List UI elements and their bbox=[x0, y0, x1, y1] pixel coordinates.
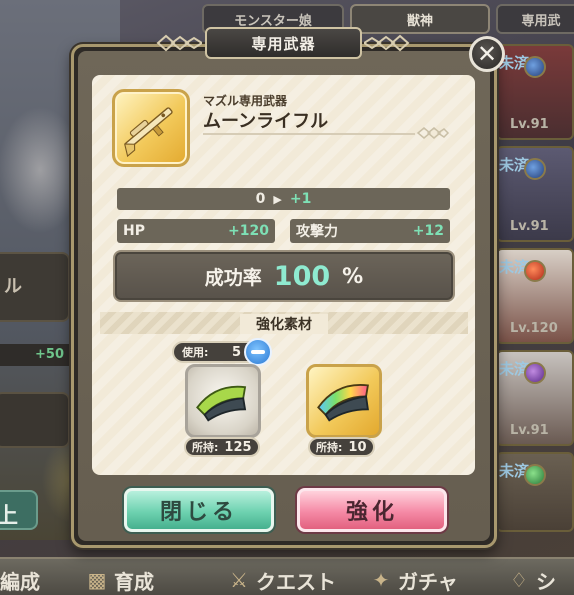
ornament-right-icon bbox=[364, 34, 410, 52]
card-level: Lv.91 bbox=[510, 117, 549, 132]
use-label: 使用: bbox=[182, 346, 209, 359]
material-slot[interactable] bbox=[185, 364, 261, 438]
success-rate-label: 成功率 bbox=[204, 266, 262, 289]
background-card[interactable]: 未済 bbox=[496, 452, 574, 532]
stat-hp: HP +120 bbox=[117, 219, 275, 243]
enhance-button-label: 強化 bbox=[345, 500, 398, 525]
tab-beast-gods[interactable]: 獣神 bbox=[350, 4, 490, 34]
nav-training[interactable]: ▩ 育成 bbox=[84, 565, 154, 595]
use-value: 5 bbox=[232, 344, 242, 360]
card-level: Lv.91 bbox=[510, 219, 549, 234]
rainbow-horn-material-icon bbox=[317, 384, 369, 422]
nav-quest[interactable]: ⚔ クエスト bbox=[226, 565, 336, 595]
owned-count: 所持: 125 bbox=[184, 437, 260, 457]
nav-label: クエスト bbox=[256, 569, 336, 594]
book-icon: ▩ bbox=[87, 568, 107, 592]
element-orb-icon bbox=[524, 158, 546, 180]
nav-label: 編成 bbox=[0, 569, 40, 594]
nav-gacha[interactable]: ✦ ガチャ bbox=[368, 565, 458, 595]
green-horn-material-icon bbox=[196, 385, 247, 422]
background-left-stat: +50 bbox=[0, 344, 70, 366]
arrow-right-icon: ▶ bbox=[273, 192, 282, 206]
stat-label: 攻撃力 bbox=[296, 224, 338, 240]
stat-label: HP bbox=[123, 223, 145, 239]
minus-icon bbox=[251, 350, 265, 354]
rifle-icon bbox=[123, 107, 173, 158]
background-card[interactable]: 未済 Lv.91 bbox=[496, 44, 574, 140]
owned-label: 所持: bbox=[192, 441, 219, 454]
card-level: Lv.91 bbox=[510, 423, 549, 438]
success-rate-value: 100 bbox=[273, 260, 331, 292]
background-card[interactable]: 未済 Lv.91 bbox=[496, 146, 574, 242]
nav-label: シ bbox=[536, 569, 556, 594]
close-button-label: 閉じる bbox=[159, 500, 238, 525]
card-level: Lv.120 bbox=[510, 321, 558, 336]
nav-formation[interactable]: 編成 bbox=[0, 565, 40, 595]
owned-count: 所持: 10 bbox=[308, 437, 375, 457]
element-orb-icon bbox=[524, 260, 546, 282]
owned-value: 125 bbox=[224, 439, 252, 455]
background-left-panel: ル bbox=[0, 252, 70, 322]
nav-label: 育成 bbox=[114, 569, 154, 594]
background-left-box bbox=[0, 392, 70, 448]
nav-label: ガチャ bbox=[398, 569, 458, 594]
owned-label: 所持: bbox=[316, 441, 343, 454]
owned-value: 10 bbox=[348, 439, 367, 455]
close-icon[interactable]: ✕ bbox=[469, 36, 505, 72]
stat-attack: 攻撃力 +12 bbox=[290, 219, 450, 243]
level-current: 0 bbox=[255, 191, 266, 207]
tab-exclusive-weapons[interactable]: 専用武 bbox=[496, 4, 574, 34]
swords-icon: ⚔ bbox=[230, 568, 248, 592]
element-orb-icon bbox=[524, 362, 546, 384]
enhance-button[interactable]: 強化 bbox=[297, 488, 447, 532]
ornament-left-icon bbox=[156, 34, 202, 52]
gacha-icon: ✦ bbox=[372, 568, 390, 592]
close-button[interactable]: 閉じる bbox=[124, 488, 274, 532]
background-left-panel-text: ル bbox=[4, 276, 22, 297]
background-card[interactable]: 未済 Lv.91 bbox=[496, 350, 574, 446]
background-card[interactable]: 未済 Lv.120 bbox=[496, 248, 574, 344]
divider bbox=[203, 133, 415, 135]
success-rate-panel: 成功率 100 % bbox=[113, 250, 455, 302]
stat-value: +12 bbox=[412, 223, 444, 239]
ornament-small-icon bbox=[416, 127, 450, 139]
material-slot[interactable] bbox=[306, 364, 382, 438]
success-rate-unit: % bbox=[342, 264, 364, 288]
bottom-navigation: 編成 ▩ 育成 ⚔ クエスト ✦ ガチャ ♢ シ bbox=[0, 557, 574, 595]
level-increase: +1 bbox=[289, 191, 312, 207]
shop-icon: ♢ bbox=[510, 568, 528, 592]
nav-shop[interactable]: ♢ シ bbox=[506, 565, 556, 595]
enhance-level-row: 0 ▶ +1 bbox=[117, 188, 450, 210]
materials-title: 強化素材 bbox=[240, 314, 328, 334]
element-orb-icon bbox=[524, 464, 546, 486]
weapon-name: ムーンライフル bbox=[203, 111, 329, 132]
weapon-icon-frame bbox=[112, 89, 190, 167]
minus-button[interactable] bbox=[244, 338, 272, 366]
element-orb-icon bbox=[524, 56, 546, 78]
dialog-title: 専用武器 bbox=[205, 27, 362, 59]
stat-value: +120 bbox=[228, 223, 269, 239]
background-left-button[interactable]: 上 bbox=[0, 490, 38, 530]
